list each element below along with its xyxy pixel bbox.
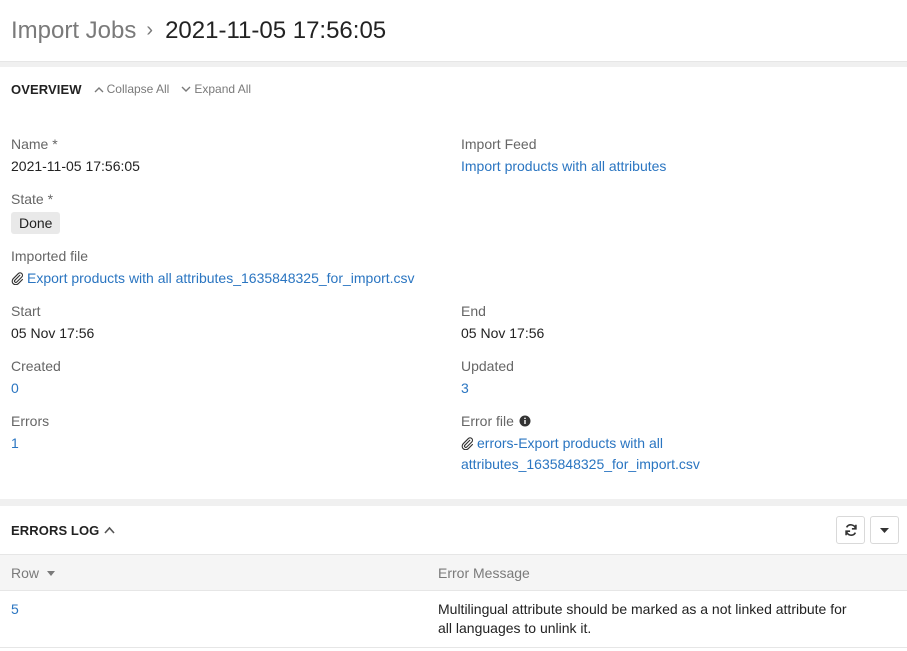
import-feed-link[interactable]: Import products with all attributes	[461, 157, 666, 176]
column-header-row[interactable]: Row	[0, 555, 438, 591]
errors-log-header[interactable]: ERRORS LOG	[0, 506, 907, 554]
actions-dropdown-button[interactable]	[870, 516, 899, 544]
breadcrumb-separator: ›	[146, 19, 154, 41]
field-state: State * Done	[11, 190, 61, 234]
errors-log-panel: ERRORS LOG Row Error Message 5 Multiling…	[0, 506, 907, 648]
error-message-cell: Multilingual attribute should be marked …	[438, 591, 907, 648]
breadcrumb: Import Jobs › 2021-11-05 17:56:05	[0, 0, 907, 62]
updated-count-link[interactable]: 3	[461, 379, 514, 398]
field-start: Start 05 Nov 17:56	[11, 302, 94, 343]
updated-label: Updated	[461, 358, 514, 374]
field-created: Created 0	[11, 357, 61, 398]
expand-all-label: Expand All	[194, 82, 252, 96]
import-feed-label: Import Feed	[461, 136, 537, 152]
imported-file-label: Imported file	[11, 248, 89, 264]
overview-fields: Name * 2021-11-05 17:56:05 Import Feed I…	[0, 111, 907, 499]
created-label: Created	[11, 358, 61, 374]
start-value: 05 Nov 17:56	[11, 325, 95, 341]
field-end: End 05 Nov 17:56	[461, 302, 544, 343]
created-count-link[interactable]: 0	[11, 379, 61, 398]
caret-down-icon	[880, 527, 889, 533]
row-number-cell: 5	[0, 591, 438, 648]
errors-label: Errors	[11, 413, 50, 429]
end-value: 05 Nov 17:56	[461, 325, 545, 341]
refresh-icon	[844, 524, 857, 536]
overview-panel: OVERVIEW Collapse All Expand All Name * …	[0, 67, 907, 499]
field-imported-file: Imported file Export products with all a…	[11, 247, 415, 288]
section-divider	[0, 499, 907, 506]
error-file-link-line1[interactable]: errors-Export products with all	[477, 434, 663, 453]
sort-caret-icon	[46, 571, 55, 577]
chevron-up-icon[interactable]	[104, 526, 116, 534]
collapse-all-link[interactable]: Collapse All	[94, 82, 170, 96]
overview-title: OVERVIEW	[11, 81, 82, 97]
name-value: 2021-11-05 17:56:05	[11, 158, 140, 174]
info-icon[interactable]	[519, 415, 531, 427]
refresh-button[interactable]	[836, 516, 865, 544]
error-file-label: Error file	[461, 412, 531, 430]
field-import-feed: Import Feed Import products with all att…	[461, 135, 666, 176]
paperclip-icon	[11, 272, 23, 285]
field-updated: Updated 3	[461, 357, 514, 398]
column-header-error-message: Error Message	[438, 564, 530, 581]
error-file-link-line2[interactable]: attributes_1635848325_for_import.csv	[461, 456, 700, 472]
field-errors: Errors 1	[11, 412, 49, 453]
column-row-label: Row	[11, 564, 40, 581]
error-message-line2: all languages to unlink it.	[438, 620, 592, 636]
paperclip-icon	[461, 437, 473, 450]
collapse-all-label: Collapse All	[106, 82, 170, 96]
field-error-file: Error file errors-Export products with a…	[461, 412, 700, 474]
errors-log-title: ERRORS LOG	[11, 522, 100, 538]
table-header-row: Row Error Message	[0, 554, 907, 591]
start-label: Start	[11, 303, 41, 319]
row-number-link[interactable]: 5	[11, 601, 19, 617]
table-row: 5 Multilingual attribute should be marke…	[0, 591, 907, 648]
errors-count-link[interactable]: 1	[11, 434, 49, 453]
end-label: End	[461, 303, 486, 319]
state-badge: Done	[11, 212, 61, 234]
errors-log-actions	[836, 516, 899, 544]
error-file-label-text: Error file	[461, 413, 514, 429]
chevron-up-icon	[94, 86, 104, 92]
state-label: State *	[11, 191, 54, 207]
name-label: Name *	[11, 136, 58, 152]
chevron-down-icon	[181, 86, 191, 92]
overview-header: OVERVIEW Collapse All Expand All	[0, 67, 907, 111]
page-title: 2021-11-05 17:56:05	[165, 16, 387, 44]
breadcrumb-import-jobs-link[interactable]: Import Jobs	[11, 17, 136, 45]
error-message-line1: Multilingual attribute should be marked …	[438, 601, 847, 617]
field-name: Name * 2021-11-05 17:56:05	[11, 135, 140, 176]
expand-all-link[interactable]: Expand All	[181, 82, 251, 96]
error-file-link[interactable]: errors-Export products with all attribut…	[461, 434, 700, 474]
imported-file-link[interactable]: Export products with all attributes_1635…	[27, 269, 415, 288]
errors-log-table: Row Error Message 5 Multilingual attribu…	[0, 554, 907, 648]
